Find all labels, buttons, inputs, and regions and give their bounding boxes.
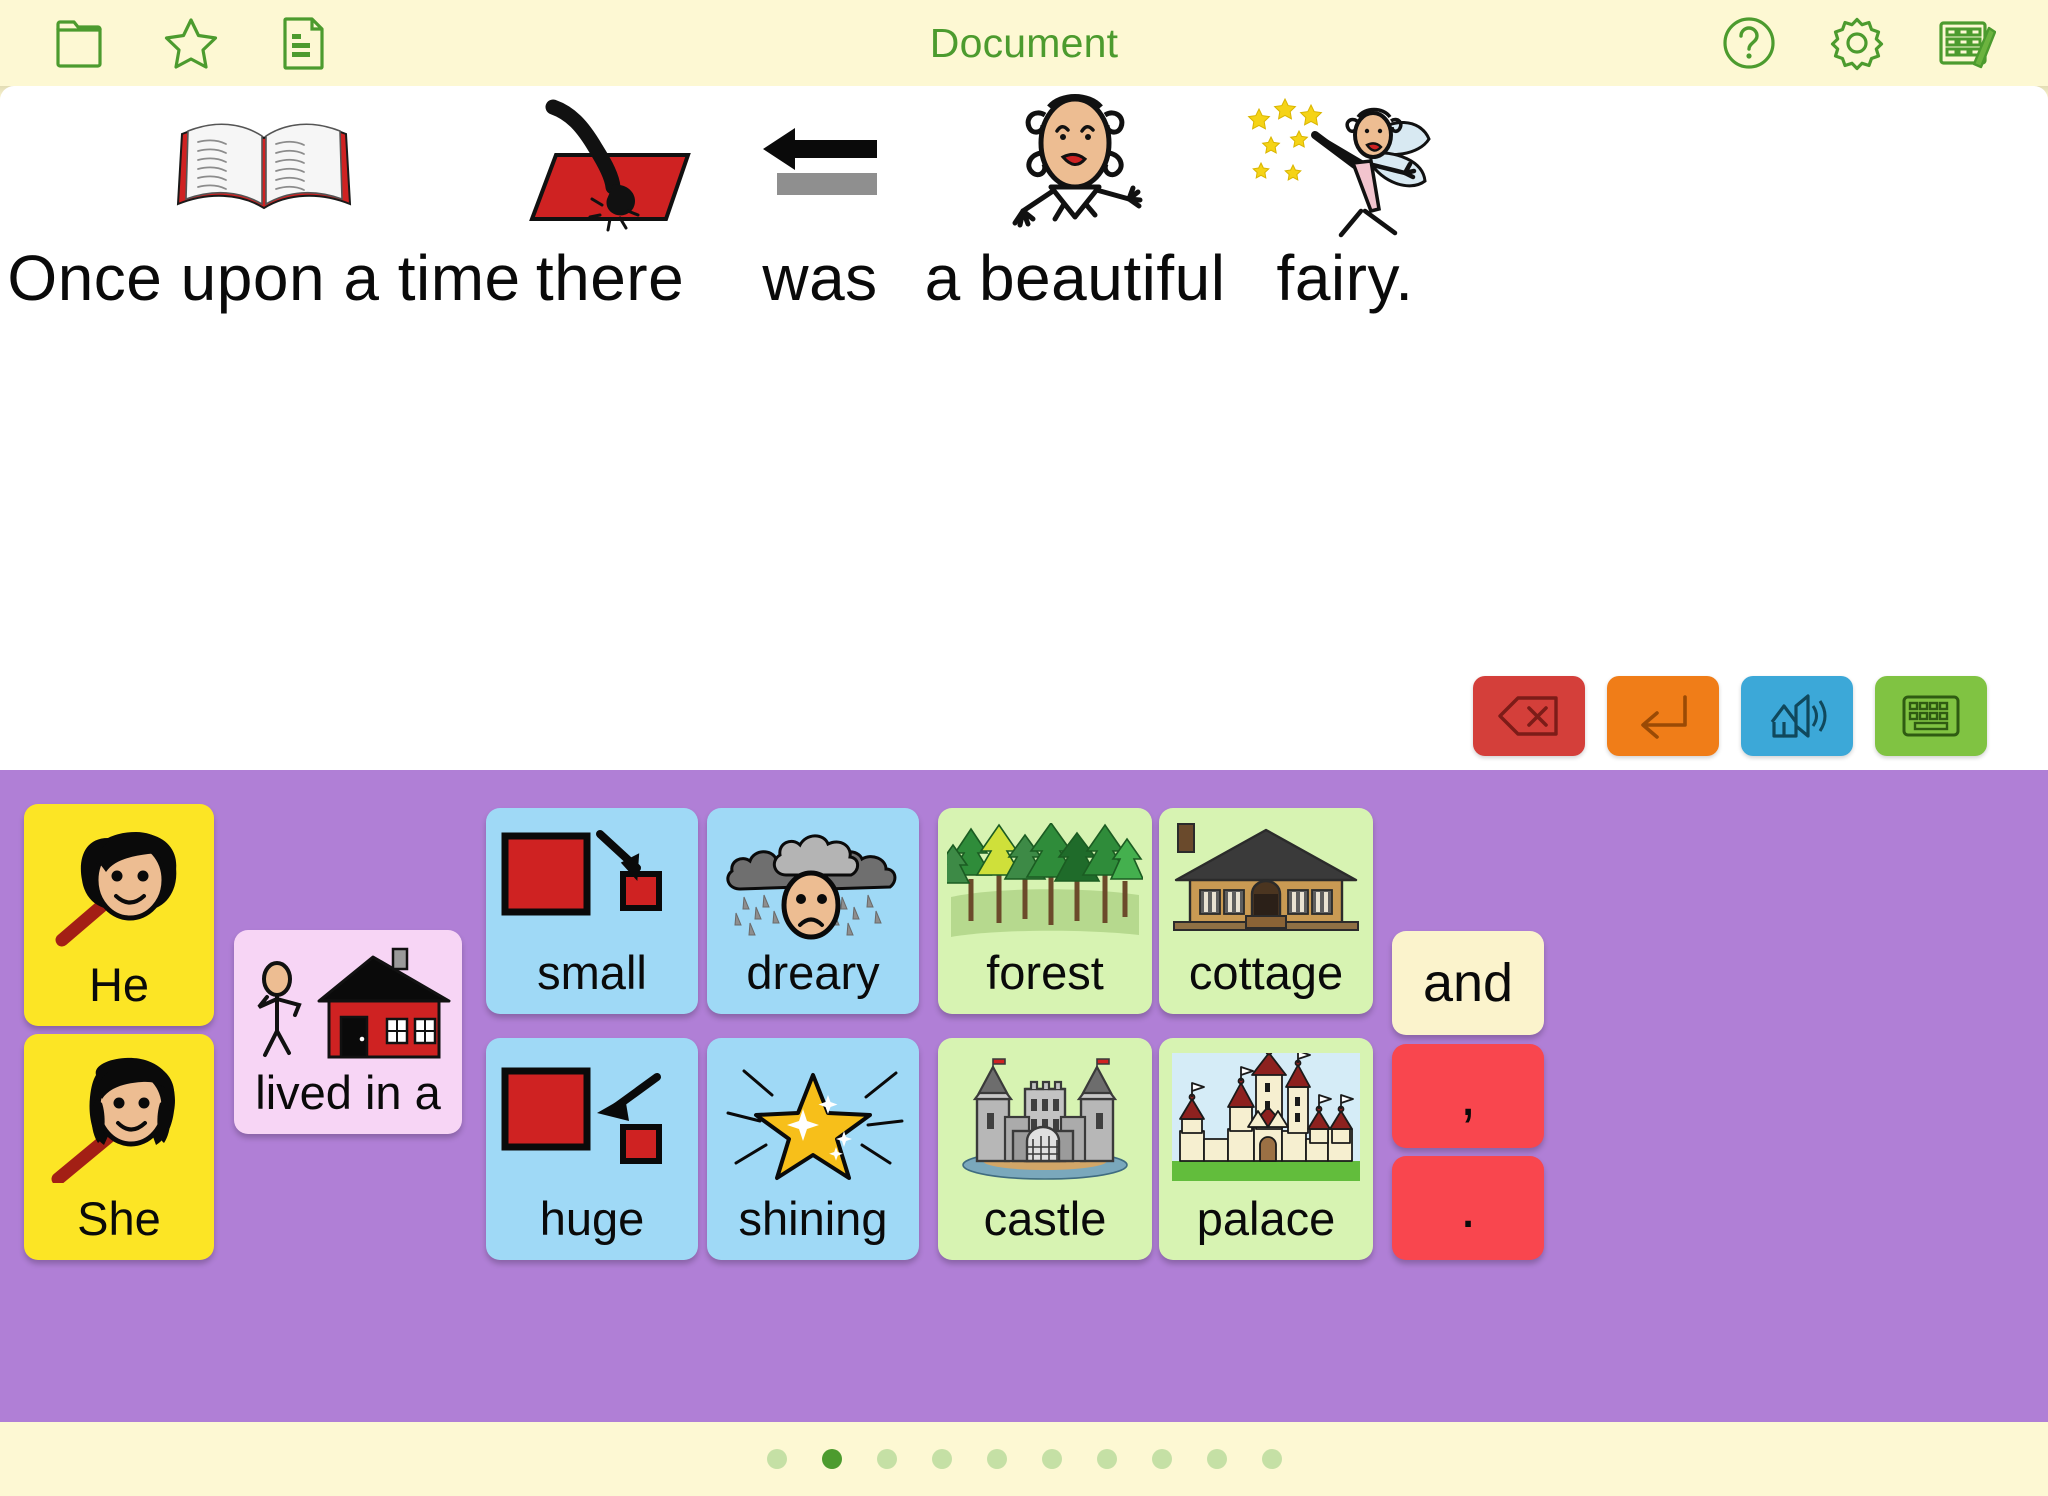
- open-book-symbol: [172, 86, 357, 246]
- person-house-symbol: [234, 930, 462, 1069]
- fairy-symbol: [1245, 86, 1445, 246]
- forest-trees-symbol: [938, 808, 1152, 949]
- document-word[interactable]: a beautiful: [925, 86, 1225, 310]
- page-dot[interactable]: [876, 1449, 897, 1469]
- card-label: dreary: [746, 946, 880, 999]
- delete-button[interactable]: [1473, 676, 1585, 756]
- page-dot[interactable]: [1041, 1449, 1062, 1469]
- page-dot[interactable]: [931, 1449, 952, 1469]
- card-label: She: [77, 1192, 161, 1245]
- help-icon[interactable]: [1718, 12, 1780, 74]
- word-text: a beautiful: [924, 242, 1226, 314]
- page-indicator: [0, 1422, 2048, 1496]
- beautiful-lady-symbol: [983, 86, 1168, 246]
- card-lived-in-a[interactable]: lived in a: [234, 930, 462, 1134]
- card-she[interactable]: She: [24, 1034, 214, 1260]
- page-dot[interactable]: [1261, 1449, 1282, 1469]
- card-huge[interactable]: huge: [486, 1038, 698, 1260]
- stone-castle-symbol: [938, 1038, 1152, 1195]
- card-label: forest: [986, 946, 1104, 999]
- card-castle[interactable]: castle: [938, 1038, 1152, 1260]
- card-label: cottage: [1188, 946, 1344, 999]
- girl-face-arrow-symbol: [24, 1034, 214, 1195]
- toolbar-right-group: [1718, 0, 1996, 86]
- document-word[interactable]: Once upon a time: [7, 86, 520, 310]
- big-to-small-square-symbol: [486, 808, 698, 949]
- document-word[interactable]: there: [510, 86, 710, 310]
- small-to-big-square-symbol: [486, 1038, 698, 1195]
- document-word[interactable]: fairy.: [1220, 86, 1470, 310]
- page-dot[interactable]: [1096, 1449, 1117, 1469]
- keyboard-button[interactable]: [1875, 676, 1987, 756]
- page-dot[interactable]: [766, 1449, 787, 1469]
- symbol-grid-panel: He She lived in a small huge dreary shin…: [0, 770, 2048, 1422]
- toolbar-left-group: [48, 0, 334, 86]
- page-dot[interactable]: [1151, 1449, 1172, 1469]
- card-small[interactable]: small: [486, 808, 698, 1014]
- card-label: ,: [1459, 1063, 1477, 1128]
- arrow-left-equals-symbol: [755, 86, 885, 246]
- page-dot[interactable]: [1206, 1449, 1227, 1469]
- page-dot[interactable]: [986, 1449, 1007, 1469]
- document-icon[interactable]: [272, 12, 334, 74]
- document-word[interactable]: was: [710, 86, 930, 310]
- card-palace[interactable]: palace: [1159, 1038, 1373, 1260]
- card-and[interactable]: and: [1392, 931, 1544, 1035]
- word-text: Once upon a time: [7, 242, 521, 314]
- card-label: palace: [1196, 1192, 1336, 1245]
- shining-star-symbol: [707, 1038, 919, 1195]
- fairytale-palace-symbol: [1159, 1038, 1373, 1195]
- word-text: was: [762, 242, 878, 314]
- backspace-icon: [1498, 696, 1558, 736]
- top-toolbar: Document: [0, 0, 2048, 100]
- card-dreary[interactable]: dreary: [707, 808, 919, 1014]
- return-arrow-icon: [1641, 695, 1687, 739]
- document-canvas[interactable]: Once upon a time there was a beautiful f…: [0, 86, 2048, 772]
- card-cottage[interactable]: cottage: [1159, 808, 1373, 1014]
- grid-edit-icon[interactable]: [1934, 12, 1996, 74]
- card-label: and: [1422, 953, 1514, 1013]
- gear-icon[interactable]: [1826, 12, 1888, 74]
- card-label: shining: [738, 1192, 888, 1245]
- card-label: castle: [983, 1192, 1107, 1245]
- card-label: .: [1459, 1175, 1477, 1240]
- cottage-house-symbol: [1159, 808, 1373, 949]
- word-text: fairy.: [1276, 242, 1414, 314]
- page-dot[interactable]: [821, 1449, 842, 1469]
- card-he[interactable]: He: [24, 804, 214, 1026]
- card-label: small: [537, 946, 647, 999]
- action-buttons: [1473, 676, 1987, 756]
- speaker-icon: [1770, 694, 1827, 738]
- speak-button[interactable]: [1741, 676, 1853, 756]
- newline-button[interactable]: [1607, 676, 1719, 756]
- card-label: lived in a: [255, 1066, 441, 1119]
- star-icon[interactable]: [160, 12, 222, 74]
- card-label: huge: [539, 1192, 645, 1245]
- folder-icon[interactable]: [48, 12, 110, 74]
- boy-face-arrow-symbol: [24, 804, 214, 961]
- sentence-row: Once upon a time there was a beautiful f…: [0, 86, 2048, 406]
- app-root: Document Once upon a time there was a be…: [0, 0, 2048, 1496]
- card-shining[interactable]: shining: [707, 1038, 919, 1260]
- keyboard-icon: [1902, 695, 1960, 737]
- card-label: He: [88, 958, 150, 1011]
- card-fullstop[interactable]: .: [1392, 1156, 1544, 1260]
- hand-pointing-symbol: [520, 86, 700, 246]
- card-forest[interactable]: forest: [938, 808, 1152, 1014]
- card-comma[interactable]: ,: [1392, 1044, 1544, 1148]
- word-text: there: [535, 242, 685, 314]
- rain-sad-face-symbol: [707, 808, 919, 949]
